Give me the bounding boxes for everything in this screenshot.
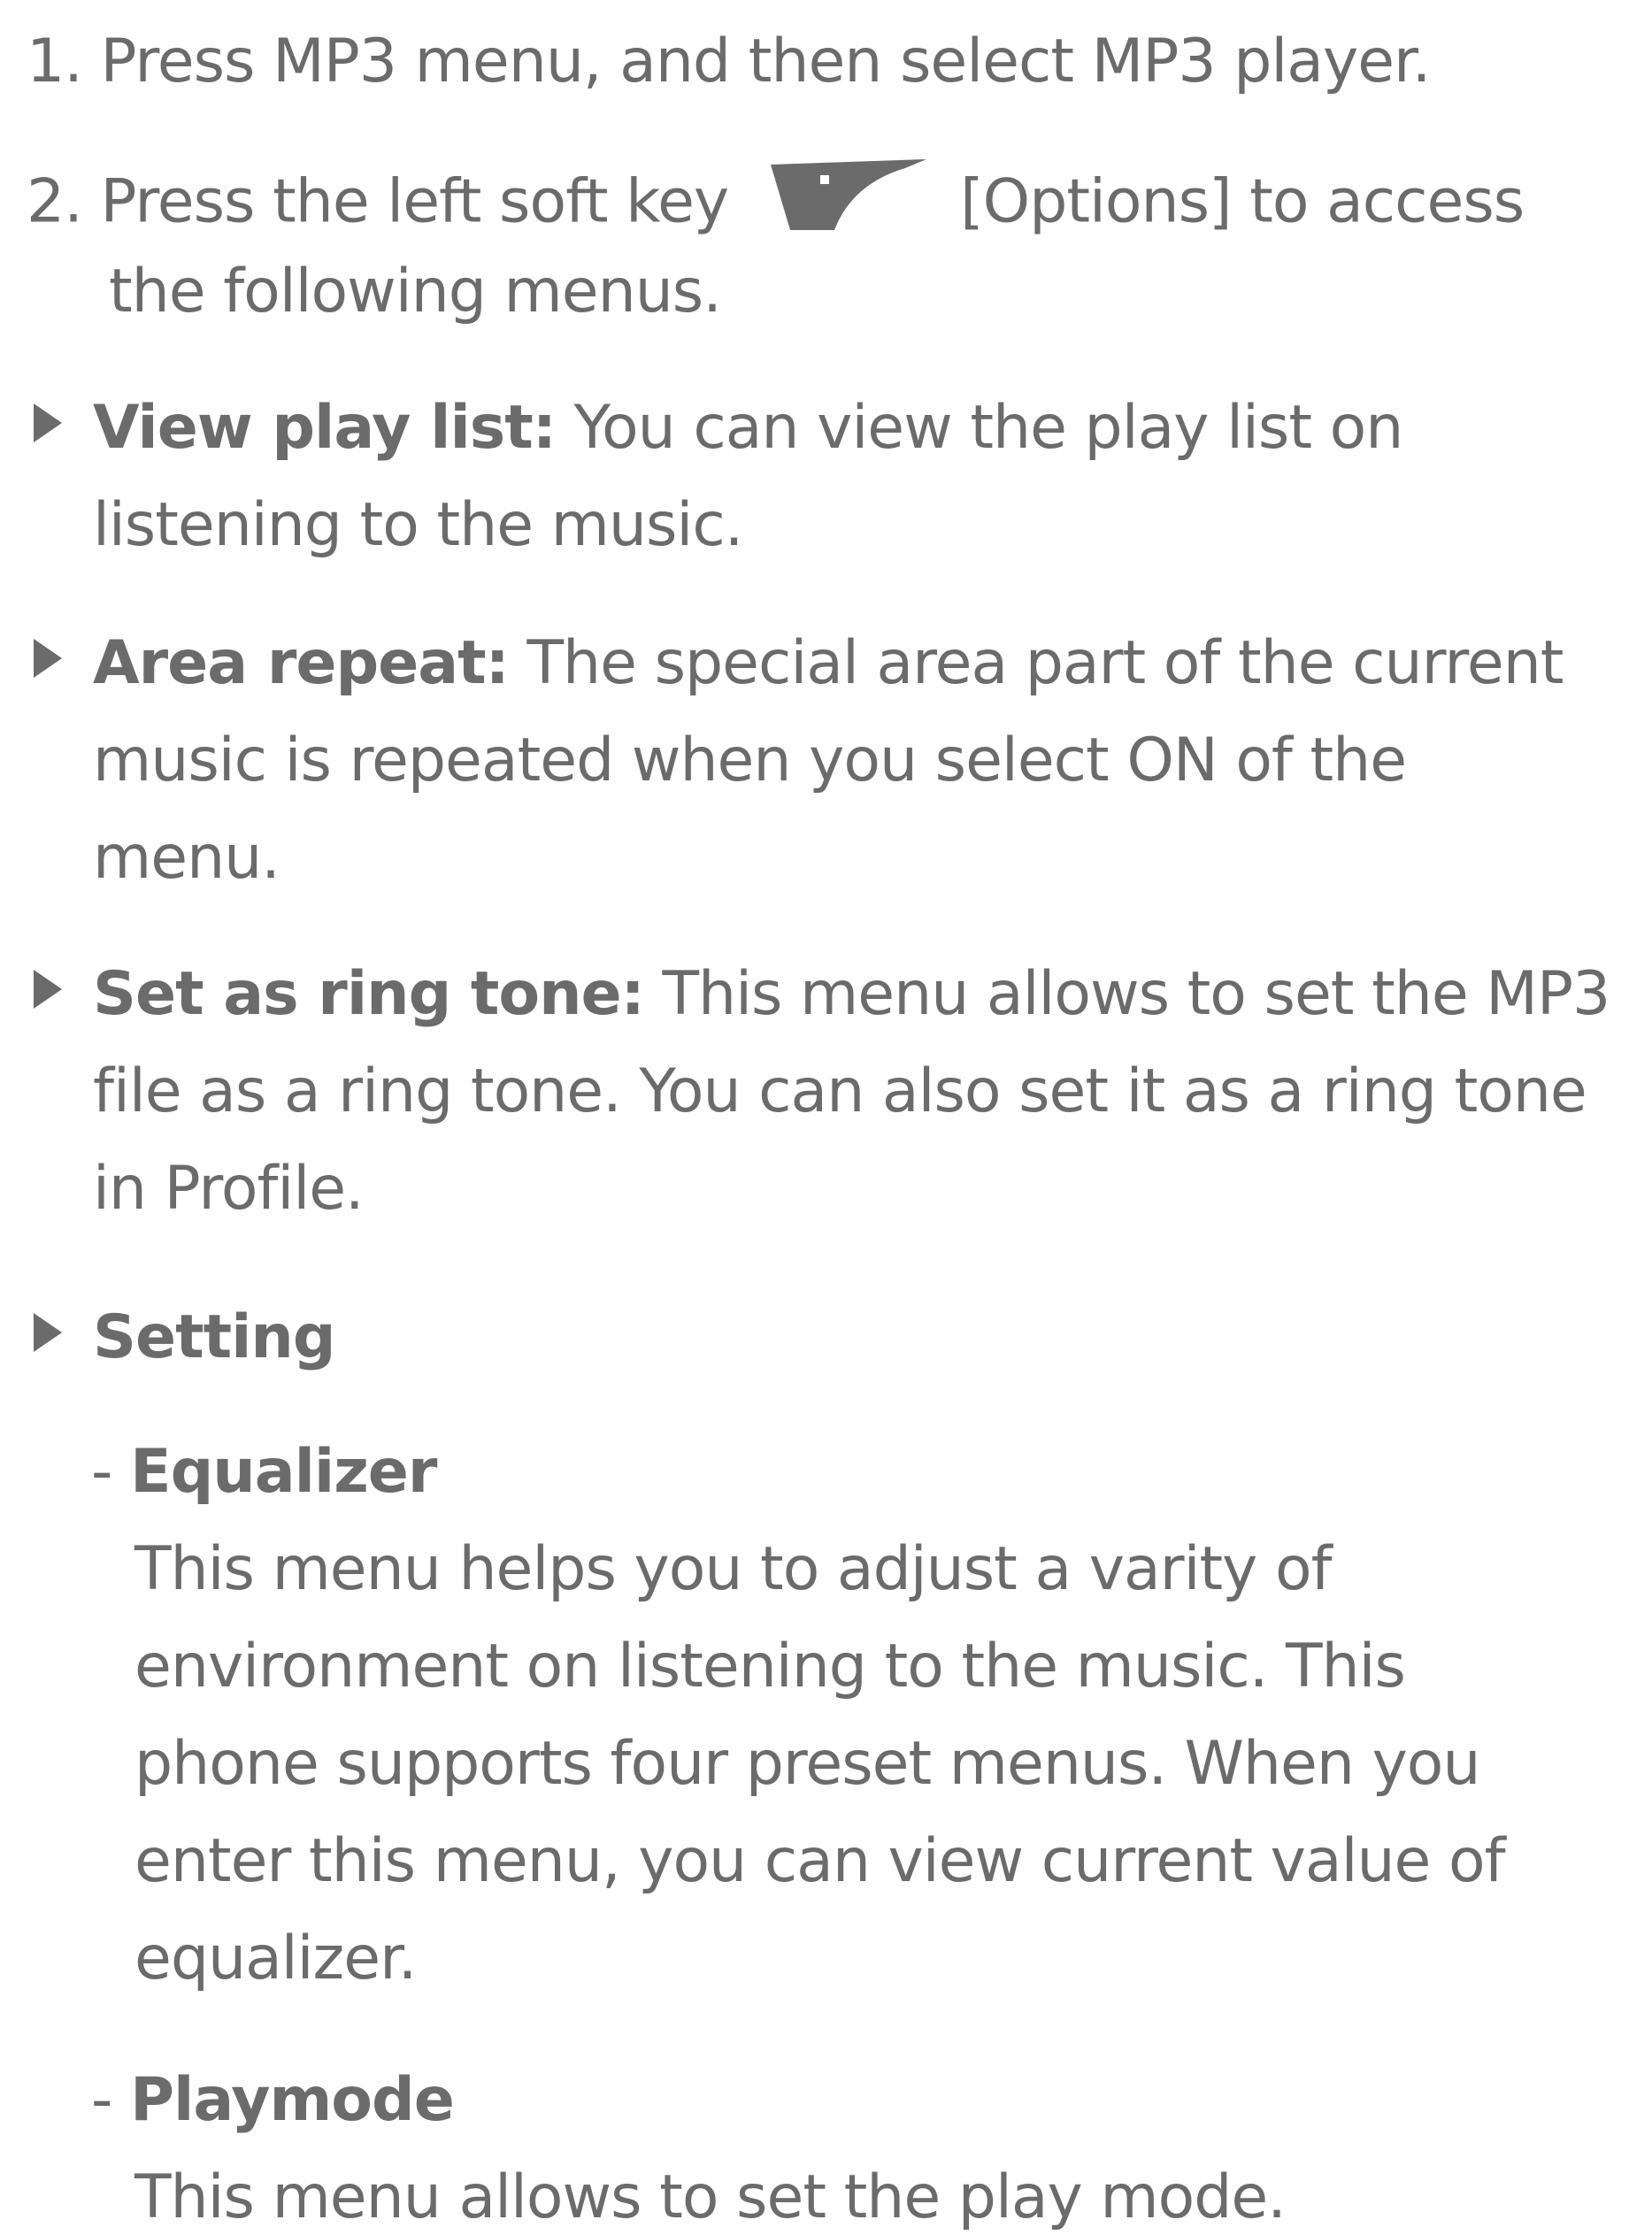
subitem-playmode: - Playmode [91, 2070, 455, 2131]
bullet-arrow-icon [34, 1313, 62, 1352]
subitem-text: enter this menu, you can view current va… [134, 1826, 1506, 1896]
bullet-arrow-icon [34, 403, 62, 442]
step-text: Press MP3 menu, and then select MP3 play… [100, 27, 1432, 96]
subitem-equalizer: - Equalizer [91, 1442, 437, 1502]
item-term: View play list: [93, 393, 557, 463]
bullet-arrow-icon [34, 970, 62, 1009]
step-number: 1. [27, 27, 83, 96]
item-text: This menu allows to set the MP3 [643, 959, 1610, 1029]
subitem-term: Playmode [130, 2065, 455, 2135]
item-setting: Setting [93, 1302, 335, 1372]
step-number: 2. [27, 166, 83, 237]
item-text: The special area part of the current [508, 628, 1564, 698]
item-area-repeat: Area repeat: The special area part of th… [93, 634, 1564, 694]
subitem-text: equalizer. [134, 1924, 417, 1993]
subitem-text: environment on listening to the music. T… [134, 1632, 1406, 1701]
item-text: listening to the music. [93, 490, 743, 560]
item-text: music is repeated when you select ON of … [93, 726, 1407, 795]
step-1: 1. Press MP3 menu, and then select MP3 p… [27, 32, 1431, 92]
subitem-dash: - [91, 1437, 113, 1507]
step-text-before: Press the left soft key [100, 166, 730, 237]
manual-page: 1. Press MP3 menu, and then select MP3 p… [0, 0, 1652, 2235]
subitem-text: phone supports four preset menus. When y… [134, 1729, 1481, 1799]
step-2: 2. Press the left soft key [Options] to … [27, 159, 1525, 246]
step-2-continuation: the following menus. [109, 257, 722, 326]
item-term: Area repeat: [93, 628, 510, 698]
step-text-after: [Options] to access [960, 166, 1525, 237]
item-set-as-ring-tone: Set as ring tone: This menu allows to se… [93, 964, 1610, 1025]
subitem-dash: - [91, 2065, 113, 2135]
subitem-text: This menu allows to set the play mode. [134, 2162, 1287, 2232]
item-text: You can view the play list on [555, 393, 1404, 463]
item-text: menu. [93, 823, 280, 893]
item-text: file as a ring tone. You can also set it… [93, 1056, 1587, 1126]
bullet-arrow-icon [34, 639, 62, 678]
subitem-text: This menu helps you to adjust a varity o… [134, 1534, 1333, 1604]
item-view-play-list: View play list: You can view the play li… [93, 398, 1403, 458]
item-text: in Profile. [93, 1154, 365, 1224]
left-soft-key-icon [771, 159, 927, 241]
subitem-term: Equalizer [130, 1437, 437, 1507]
item-term: Set as ring tone: [93, 959, 645, 1029]
